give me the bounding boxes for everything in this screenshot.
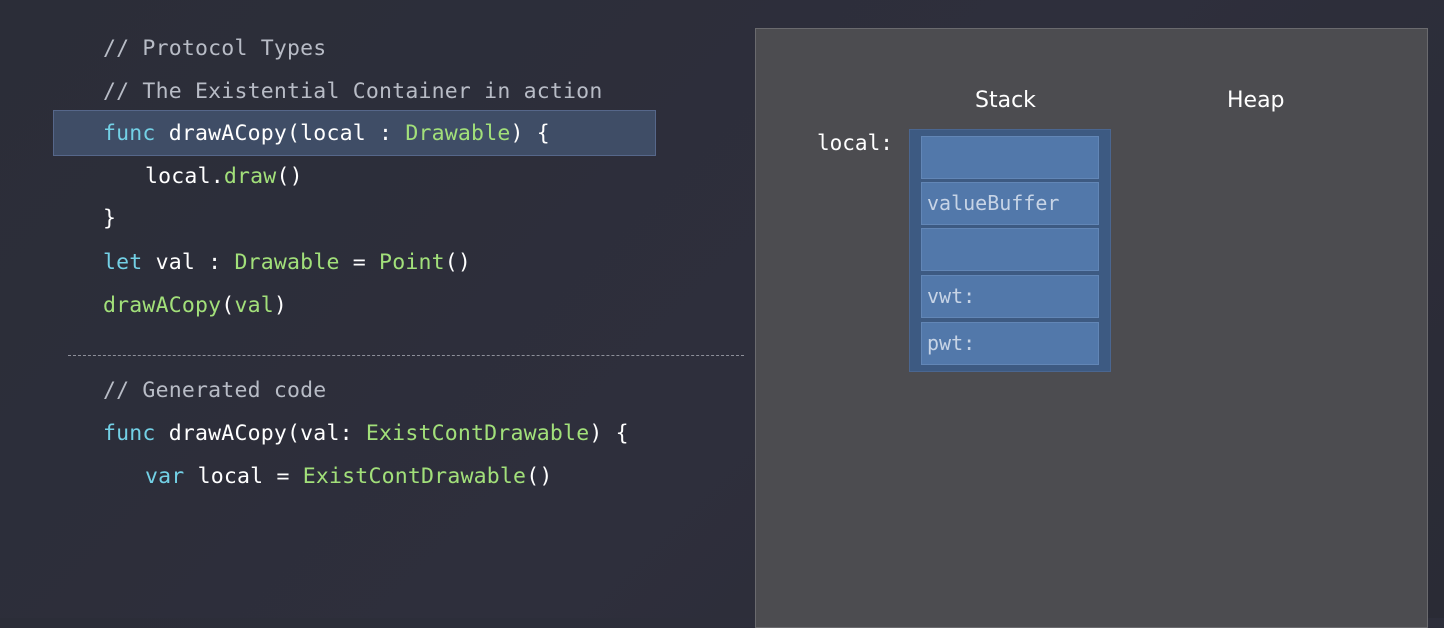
code-token: func <box>103 421 156 446</box>
code-token: ( <box>221 293 235 318</box>
code-token: drawACopy(local : <box>155 121 406 146</box>
code-token: local. <box>145 164 224 189</box>
code-token: var <box>145 464 185 489</box>
vwt-cell: vwt: <box>921 275 1099 318</box>
code-line-2: // The Existential Container in action <box>103 77 602 107</box>
code-token: // The Existential Container in action <box>103 79 603 104</box>
code-separator <box>68 355 744 356</box>
code-token: ) { <box>510 121 550 146</box>
code-token: let <box>103 250 143 275</box>
code-line-7: drawACopy(val) <box>103 291 287 321</box>
code-token: () <box>526 464 553 489</box>
code-token: ) <box>273 293 288 318</box>
code-token: Drawable <box>234 250 340 275</box>
container-cell-1 <box>921 136 1099 179</box>
pwt-cell: pwt: <box>921 322 1099 365</box>
code-token: ) { <box>589 421 629 446</box>
code-token: Drawable <box>405 121 511 146</box>
code-token: = <box>339 250 380 275</box>
code-token: } <box>103 206 117 231</box>
code-token: // Protocol Types <box>103 36 327 61</box>
code-token: drawACopy(val: <box>155 421 366 446</box>
code-token: // Generated code <box>103 378 327 403</box>
value-buffer-cell: valueBuffer <box>921 182 1099 225</box>
heap-label: Heap <box>1227 88 1285 113</box>
code-line-6: let val : Drawable = Point() <box>103 248 471 278</box>
code-token: drawACopy <box>103 293 222 318</box>
code-line-8: // Generated code <box>103 376 326 406</box>
code-token: func <box>103 121 156 146</box>
code-line-9: func drawACopy(val: ExistContDrawable) { <box>103 419 629 449</box>
code-token: ExistContDrawable <box>365 421 590 446</box>
existential-container: valueBuffer vwt: pwt: <box>909 129 1111 372</box>
stack-label: Stack <box>975 88 1036 113</box>
code-line-1: // Protocol Types <box>103 34 326 64</box>
container-cell-3 <box>921 228 1099 271</box>
code-line-4: local.draw() <box>145 162 303 192</box>
code-token: () <box>444 250 472 275</box>
code-token: val <box>234 293 274 318</box>
code-token: Point <box>379 250 445 275</box>
code-token: draw <box>223 164 277 189</box>
local-variable-label: local: <box>817 131 893 155</box>
code-token: local = <box>184 464 303 489</box>
code-token: val : <box>142 250 235 275</box>
memory-diagram-panel: Stack Heap local: valueBuffer vwt: pwt: <box>755 28 1428 628</box>
code-line-5: } <box>103 204 116 234</box>
code-line-3: func drawACopy(local : Drawable) { <box>103 119 550 149</box>
code-line-10: var local = ExistContDrawable() <box>145 462 552 492</box>
code-token: ExistContDrawable <box>302 464 527 489</box>
code-token: () <box>276 164 303 189</box>
